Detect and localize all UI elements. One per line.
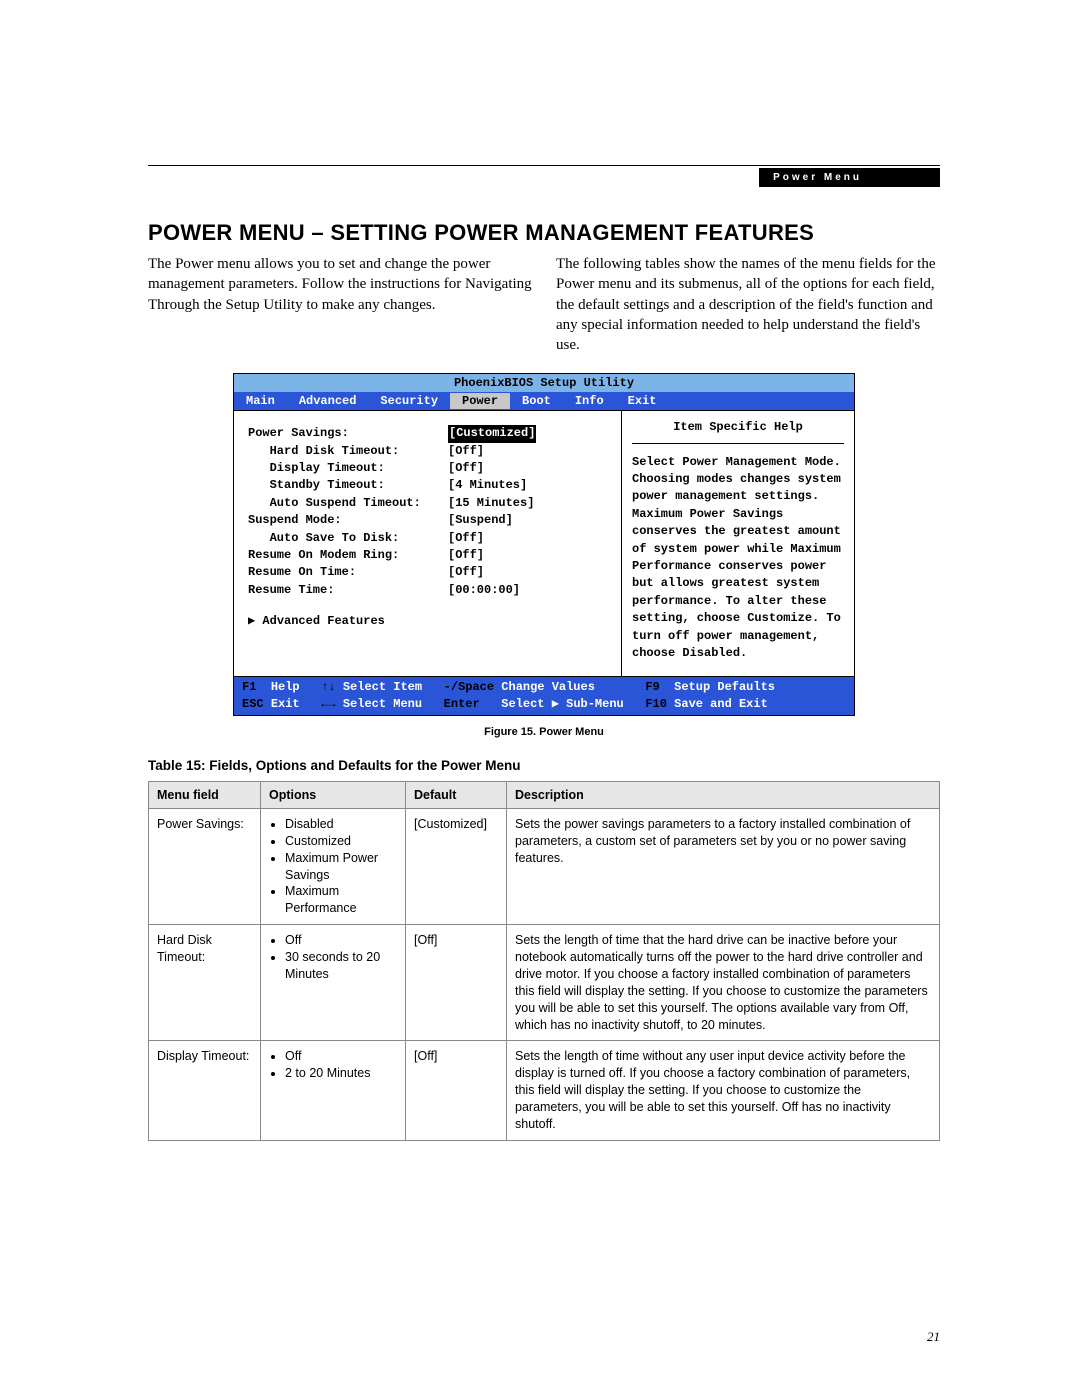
key-space: -/Space xyxy=(444,679,494,696)
lbl-select-item: Select Item xyxy=(343,679,422,696)
table-caption: Table 15: Fields, Options and Defaults f… xyxy=(148,758,940,773)
key-lr: ←→ xyxy=(321,696,335,713)
table-cell: Power Savings: xyxy=(149,808,261,924)
bios-row: Auto Suspend Timeout:[15 Minutes] xyxy=(248,495,611,512)
bios-tab-exit: Exit xyxy=(616,393,669,409)
table-cell: Off30 seconds to 20 Minutes xyxy=(261,925,406,1041)
bios-tab-security: Security xyxy=(368,393,450,409)
table-header: Options xyxy=(261,781,406,808)
key-enter: Enter xyxy=(444,696,480,713)
table-cell: [Customized] xyxy=(406,808,507,924)
table-cell: Display Timeout: xyxy=(149,1041,261,1140)
header-rule xyxy=(148,165,940,166)
table-cell: DisabledCustomizedMaximum Power SavingsM… xyxy=(261,808,406,924)
bios-row: Resume Time:[00:00:00] xyxy=(248,582,611,599)
lbl-submenu: Select ▶ Sub-Menu xyxy=(501,696,623,713)
table-cell: Off2 to 20 Minutes xyxy=(261,1041,406,1140)
lbl-exit: Exit xyxy=(271,696,300,713)
bios-row: Display Timeout:[Off] xyxy=(248,460,611,477)
figure-caption: Figure 15. Power Menu xyxy=(148,726,940,738)
bios-tab-boot: Boot xyxy=(510,393,563,409)
table-header: Default xyxy=(406,781,507,808)
table-row: Hard Disk Timeout:Off30 seconds to 20 Mi… xyxy=(149,925,940,1041)
bios-tab-advanced: Advanced xyxy=(287,393,369,409)
bios-help-title: Item Specific Help xyxy=(632,419,844,443)
table-row: Power Savings:DisabledCustomizedMaximum … xyxy=(149,808,940,924)
bios-left-panel: Power Savings:[Customized] Hard Disk Tim… xyxy=(234,411,621,676)
table-cell: [Off] xyxy=(406,1041,507,1140)
bios-row: Auto Save To Disk:[Off] xyxy=(248,530,611,547)
section-tag: Power Menu xyxy=(759,168,940,187)
bios-row: Hard Disk Timeout:[Off] xyxy=(248,443,611,460)
key-f9: F9 xyxy=(645,679,659,696)
lbl-change: Change Values xyxy=(501,679,595,696)
intro-columns: The Power menu allows you to set and cha… xyxy=(148,254,940,355)
bios-help-text: Select Power Management Mode. Choosing m… xyxy=(632,454,844,663)
lbl-select-menu: Select Menu xyxy=(343,696,422,713)
bios-row: Resume On Time:[Off] xyxy=(248,564,611,581)
bios-title: PhoenixBIOS Setup Utility xyxy=(234,374,854,392)
bios-footer: F1 Help ↑↓ Select Item -/Space Change Va… xyxy=(234,677,854,715)
bios-tab-power: Power xyxy=(450,393,510,409)
intro-left: The Power menu allows you to set and cha… xyxy=(148,254,532,355)
key-f10: F10 xyxy=(645,696,667,713)
bios-tab-info: Info xyxy=(563,393,616,409)
bios-tab-main: Main xyxy=(234,393,287,409)
lbl-save: Save and Exit xyxy=(674,696,768,713)
options-table: Menu fieldOptionsDefaultDescription Powe… xyxy=(148,781,940,1141)
bios-help-panel: Item Specific Help Select Power Manageme… xyxy=(621,411,854,676)
bios-row: Standby Timeout:[4 Minutes] xyxy=(248,477,611,494)
key-esc: ESC xyxy=(242,696,264,713)
key-f1: F1 xyxy=(242,679,256,696)
page-number: 21 xyxy=(927,1329,940,1345)
intro-right: The following tables show the names of t… xyxy=(556,254,940,355)
bios-screenshot: PhoenixBIOS Setup Utility MainAdvancedSe… xyxy=(233,373,855,716)
key-updown: ↑↓ xyxy=(321,679,335,696)
table-cell: Sets the length of time that the hard dr… xyxy=(507,925,940,1041)
table-cell: Sets the power savings parameters to a f… xyxy=(507,808,940,924)
table-header: Menu field xyxy=(149,781,261,808)
bios-tabs: MainAdvancedSecurityPowerBootInfoExit xyxy=(234,392,854,410)
lbl-defaults: Setup Defaults xyxy=(674,679,775,696)
table-cell: [Off] xyxy=(406,925,507,1041)
bios-row: Resume On Modem Ring:[Off] xyxy=(248,547,611,564)
table-cell: Sets the length of time without any user… xyxy=(507,1041,940,1140)
bios-row: Suspend Mode:[Suspend] xyxy=(248,512,611,529)
bios-row: Power Savings:[Customized] xyxy=(248,425,611,442)
table-cell: Hard Disk Timeout: xyxy=(149,925,261,1041)
table-header: Description xyxy=(507,781,940,808)
table-row: Display Timeout:Off2 to 20 Minutes[Off]S… xyxy=(149,1041,940,1140)
lbl-help: Help xyxy=(271,679,300,696)
bios-advanced-features: ▶ Advanced Features xyxy=(248,613,611,630)
page-title: POWER MENU – SETTING POWER MANAGEMENT FE… xyxy=(148,220,940,246)
